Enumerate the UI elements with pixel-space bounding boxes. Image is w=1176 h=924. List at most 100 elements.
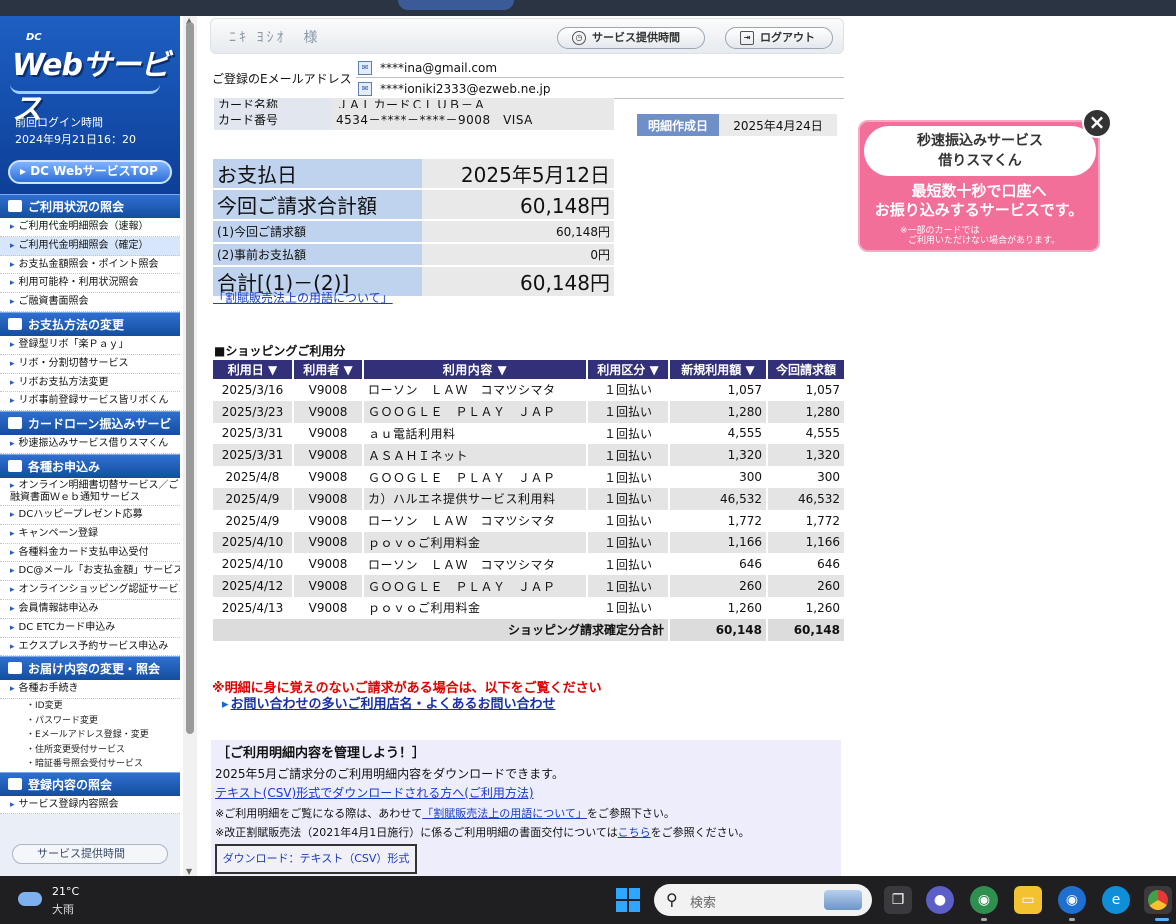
sidebar-item-online-statement[interactable]: オンライン明細書切替サービス／ご融資書面Ｗｅｂ通知サービス bbox=[0, 477, 180, 506]
sidebar-item-preliminary-statement[interactable]: ご利用代金明細照会（速報） bbox=[0, 218, 180, 237]
row-new-amount: 46,532 bbox=[669, 487, 768, 510]
scrollbar-thumb[interactable] bbox=[186, 22, 194, 734]
sidebar-subitem-password-change[interactable]: パスワード変更 bbox=[0, 713, 180, 729]
prior-payment-value: 0円 bbox=[422, 243, 614, 267]
last-login-label: 前回ログイン時間 bbox=[15, 116, 103, 129]
col-header-description[interactable]: 利用内容 ▼ bbox=[363, 360, 588, 379]
sidebar-item-loan-documents[interactable]: ご融資書面照会 bbox=[0, 293, 180, 312]
row-current-amount: 646 bbox=[767, 553, 846, 576]
karisuma-ad-banner[interactable]: 秒速振込みサービス 借りスマくん 最短数十秒で口座へ お振り込みするサービスです… bbox=[858, 120, 1100, 252]
faq-link[interactable]: お問い合わせの多いご利用店名・よくあるお問い合わせ bbox=[222, 693, 556, 712]
row-new-amount: 300 bbox=[669, 466, 768, 488]
service-hours-button[interactable]: ◷ サービス提供時間 bbox=[557, 27, 705, 49]
shopping-table-body: 2025/3/16 V9008 ローソン ＬＡＷ コマツシマタ １回払い 1,057 1,… bbox=[213, 379, 846, 619]
row-description: ＧＯＯＧＬＥ ＰＬＡＹ ＪＡＰ bbox=[363, 466, 588, 488]
header-bar: ﾆｷ ﾖｼｵ 様 ◷ サービス提供時間 ⇥ ログアウト bbox=[210, 18, 844, 54]
sidebar-item-karisuma[interactable]: 秒速振込みサービス借りスマくん bbox=[0, 435, 180, 454]
row-description: ローソン ＬＡＷ コマツシマタ bbox=[363, 553, 588, 576]
pc-mail-icon: ✉ bbox=[358, 61, 372, 75]
email-row-pc: ✉ ****ina@gmail.com bbox=[356, 58, 844, 78]
col-header-date[interactable]: 利用日 ▼ bbox=[213, 360, 294, 379]
sidebar-service-hours-button[interactable]: サービス提供時間 bbox=[12, 844, 168, 864]
manage-note-terms: ※ご利用明細をご覧になる際は、あわせて「割賦販売法上の用語について」をご参照下さ… bbox=[215, 807, 675, 820]
installment-terms-link[interactable]: 「割賦販売法上の用語について」 bbox=[213, 289, 393, 306]
csv-download-button[interactable]: ダウンロード：テキスト（CSV）形式 bbox=[215, 844, 417, 874]
row-user: V9008 bbox=[293, 400, 364, 423]
globe-app-icon[interactable]: ◉ bbox=[970, 886, 998, 914]
sidebar-subitem-pin-inquiry[interactable]: 暗証番号照会受付サービス bbox=[0, 757, 180, 772]
col-header-payment-type[interactable]: 利用区分 ▼ bbox=[587, 360, 670, 379]
col-header-new-amount[interactable]: 新規利用額 ▼ bbox=[669, 360, 768, 379]
total-billing-label: 今回ご請求合計額 bbox=[213, 189, 422, 221]
sidebar-item-service-registration[interactable]: サービス登録内容照会 bbox=[0, 795, 180, 815]
sidebar-item-bill-payment[interactable]: 各種料金カード支払申込受付 bbox=[0, 543, 180, 563]
sidebar-item-revolving-switch[interactable]: リボ・分割切替サービス bbox=[0, 354, 180, 374]
table-row: 2025/4/9 V9008 ローソン ＬＡＷ コマツシマタ １回払い 1,772 1,7… bbox=[213, 509, 846, 532]
row-payment-type: １回払い bbox=[587, 509, 670, 532]
edge-browser-icon[interactable]: e bbox=[1102, 886, 1130, 914]
ad-close-icon[interactable]: × bbox=[1082, 108, 1112, 138]
table-row: 2025/3/16 V9008 ローソン ＬＡＷ コマツシマタ １回払い 1,057 1,… bbox=[213, 379, 846, 401]
row-current-amount: 1,280 bbox=[767, 400, 846, 423]
chat-icon[interactable]: ● bbox=[926, 886, 954, 914]
sidebar-item-etc-card[interactable]: DC ETCカード申込み bbox=[0, 618, 180, 638]
row-date: 2025/3/31 bbox=[213, 444, 294, 467]
row-payment-type: １回払い bbox=[587, 575, 670, 597]
file-explorer-icon[interactable]: ▭ bbox=[1014, 886, 1042, 914]
sidebar-subitem-address-change[interactable]: 住所変更受付サービス bbox=[0, 742, 180, 758]
card-icon bbox=[8, 317, 22, 330]
row-user: V9008 bbox=[293, 553, 364, 576]
card-info-table: カード名称 ＪＡＬカードＣＬＵＢ－Ａ カード番号 4534－****－****－… bbox=[214, 98, 614, 130]
sidebar-item-dc-mail[interactable]: DC@メール「お支払金額」サービス bbox=[0, 562, 180, 582]
task-view-icon[interactable]: ❐ bbox=[884, 886, 912, 914]
sidebar-item-happy-present[interactable]: DCハッピープレゼント応募 bbox=[0, 505, 180, 525]
sidebar-section-payment-method: お支払方法の変更 bbox=[0, 311, 180, 336]
chevron-right-icon: ▸ bbox=[20, 164, 31, 178]
sidebar-item-online-shopping-auth[interactable]: オンラインショッピング認証サービス bbox=[0, 581, 180, 600]
taskbar-search-box[interactable]: ⚲ 検索 bbox=[654, 884, 872, 916]
sidebar-item-rakupay[interactable]: 登録型リボ「楽Ｐａｙ」 bbox=[0, 335, 180, 355]
row-description: ＡＳＡＨＩネット bbox=[363, 444, 588, 467]
weather-description[interactable]: 大雨 bbox=[52, 901, 74, 917]
sidebar-item-confirmed-statement[interactable]: ご利用代金明細照会（確定） bbox=[0, 236, 180, 256]
monitor-icon bbox=[8, 459, 22, 472]
logout-button[interactable]: ⇥ ログアウト bbox=[725, 27, 833, 49]
browser-tab-hint[interactable] bbox=[398, 0, 514, 10]
page-scrollbar[interactable]: ▲ ▼ bbox=[183, 16, 197, 876]
sidebar-item-revolving-change[interactable]: リボお支払方法変更 bbox=[0, 373, 180, 393]
row-date: 2025/4/10 bbox=[213, 531, 294, 554]
row-new-amount: 1,320 bbox=[669, 444, 768, 467]
ad-note: ※一部のカードでは ご利用いただけない場合があります。 bbox=[900, 226, 1061, 246]
row-payment-type: １回払い bbox=[587, 596, 670, 619]
weather-rain-icon[interactable] bbox=[18, 888, 44, 910]
globe-app-2-icon[interactable]: ◉ bbox=[1058, 886, 1086, 914]
windows-start-icon[interactable] bbox=[616, 888, 640, 912]
manage-here-link[interactable]: こちら bbox=[618, 826, 651, 839]
sidebar-subitem-id-change[interactable]: ID変更 bbox=[0, 699, 180, 714]
statement-date-value: 2025年4月24日 bbox=[719, 114, 837, 136]
sidebar-subitem-email-change[interactable]: Eメールアドレス登録・変更 bbox=[0, 728, 180, 743]
sidebar-item-credit-limit[interactable]: 利用可能枠・利用状況照会 bbox=[0, 274, 180, 294]
chrome-browser-icon[interactable] bbox=[1144, 886, 1172, 914]
csv-howto-link[interactable]: テキスト(CSV)形式でダウンロードされる方へ(ご利用方法) bbox=[215, 784, 534, 801]
row-user: V9008 bbox=[293, 444, 364, 467]
sidebar-item-express-reservation[interactable]: エクスプレス予約サービス申込み bbox=[0, 637, 180, 657]
table-row: 2025/4/10 V9008 ｐｏｖｏご利用料金 １回払い 1,166 1,166 bbox=[213, 531, 846, 554]
col-header-user[interactable]: 利用者 ▼ bbox=[293, 360, 364, 379]
row-date: 2025/4/13 bbox=[213, 596, 294, 619]
sidebar-item-campaign[interactable]: キャンペーン登録 bbox=[0, 524, 180, 544]
row-new-amount: 260 bbox=[669, 575, 768, 597]
dc-web-service-logo[interactable]: DC Webサービス bbox=[8, 30, 170, 127]
dc-web-top-button[interactable]: ▸ DC WebサービスTOP bbox=[8, 160, 172, 184]
row-new-amount: 4,555 bbox=[669, 422, 768, 445]
scroll-down-icon[interactable]: ▼ bbox=[186, 867, 192, 876]
weather-temperature[interactable]: 21°C bbox=[52, 885, 79, 898]
sidebar-item-revolving-preregister[interactable]: リボ事前登録サービス皆リボくん bbox=[0, 392, 180, 412]
sidebar-item-member-magazine[interactable]: 会員情報誌申込み bbox=[0, 599, 180, 619]
sidebar-item-procedures[interactable]: 各種お手続き bbox=[0, 680, 180, 700]
manage-terms-link[interactable]: 「割賦販売法上の用語について」 bbox=[422, 807, 587, 820]
row-new-amount: 1,166 bbox=[669, 531, 768, 554]
row-current-amount: 1,057 bbox=[767, 379, 846, 401]
total-billing-value: 60,148円 bbox=[422, 189, 614, 221]
sidebar-item-payment-points[interactable]: お支払金額照会・ポイント照会 bbox=[0, 255, 180, 275]
